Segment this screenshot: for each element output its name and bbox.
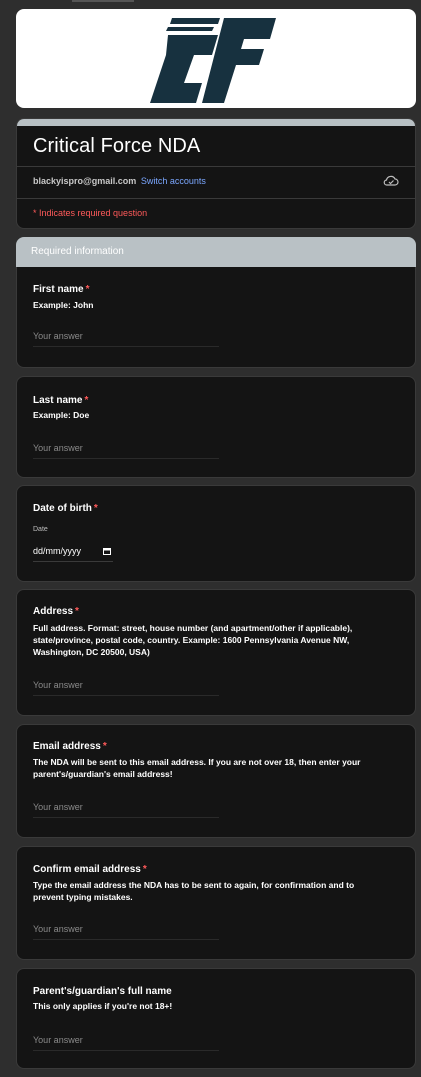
- form-title: Critical Force NDA: [33, 135, 201, 157]
- calendar-icon[interactable]: [103, 547, 111, 555]
- title-divider: [17, 166, 415, 167]
- question-help: Full address. Format: street, house numb…: [33, 623, 353, 657]
- question-help: Example: Doe: [33, 410, 90, 420]
- cf-logo: [150, 18, 276, 103]
- question-label: First name *: [33, 284, 90, 295]
- required-note: * Indicates required question: [33, 208, 148, 218]
- section-header: Required information: [16, 237, 416, 267]
- question-help: Example: John: [33, 300, 94, 310]
- form-banner: [16, 9, 416, 108]
- question-confirm-email: Confirm email address * Type the email ad…: [16, 846, 416, 960]
- question-last-name: Last name * Example: Doe Your answer: [16, 376, 416, 478]
- question-label: Date of birth *: [33, 503, 98, 514]
- question-email: Email address * The NDA will be sent to t…: [16, 724, 416, 838]
- date-caption: Date: [33, 526, 48, 533]
- account-email: blackyispro@gmail.com: [33, 176, 137, 186]
- question-help: This only applies if you're not 18+!: [33, 1001, 173, 1011]
- question-help: The NDA will be sent to this email addre…: [33, 757, 361, 779]
- top-tab-indicator: [72, 0, 134, 2]
- form-title-card: Critical Force NDA blackyispro@gmail.com…: [16, 118, 416, 229]
- question-label: Email address *: [33, 741, 107, 752]
- question-address: Address * Full address. Format: street, h…: [16, 589, 416, 716]
- question-label: Last name *: [33, 395, 89, 406]
- title-card-stripe: [17, 119, 415, 126]
- address-input[interactable]: Your answer: [33, 676, 219, 696]
- question-label: Confirm email address *: [33, 864, 147, 875]
- confirm-email-input[interactable]: Your answer: [33, 920, 219, 940]
- switch-accounts-link[interactable]: Switch accounts: [141, 176, 206, 186]
- date-of-birth-input[interactable]: dd/mm/yyyy: [33, 542, 113, 562]
- question-guardian-name: Parent's/guardian's full name This only …: [16, 968, 416, 1069]
- cloud-save-icon[interactable]: [383, 174, 399, 188]
- question-date-of-birth: Date of birth * Date dd/mm/yyyy: [16, 485, 416, 582]
- question-help: Type the email address the NDA has to be…: [33, 880, 355, 902]
- account-row: blackyispro@gmail.com Switch accounts: [33, 176, 206, 186]
- email-input[interactable]: Your answer: [33, 798, 219, 818]
- first-name-input[interactable]: Your answer: [33, 327, 219, 347]
- question-label: Parent's/guardian's full name: [33, 986, 172, 997]
- guardian-name-input[interactable]: Your answer: [33, 1031, 219, 1051]
- account-divider: [17, 198, 415, 199]
- question-first-name: First name * Example: John Your answer: [16, 267, 416, 368]
- last-name-input[interactable]: Your answer: [33, 439, 219, 459]
- question-label: Address *: [33, 606, 79, 617]
